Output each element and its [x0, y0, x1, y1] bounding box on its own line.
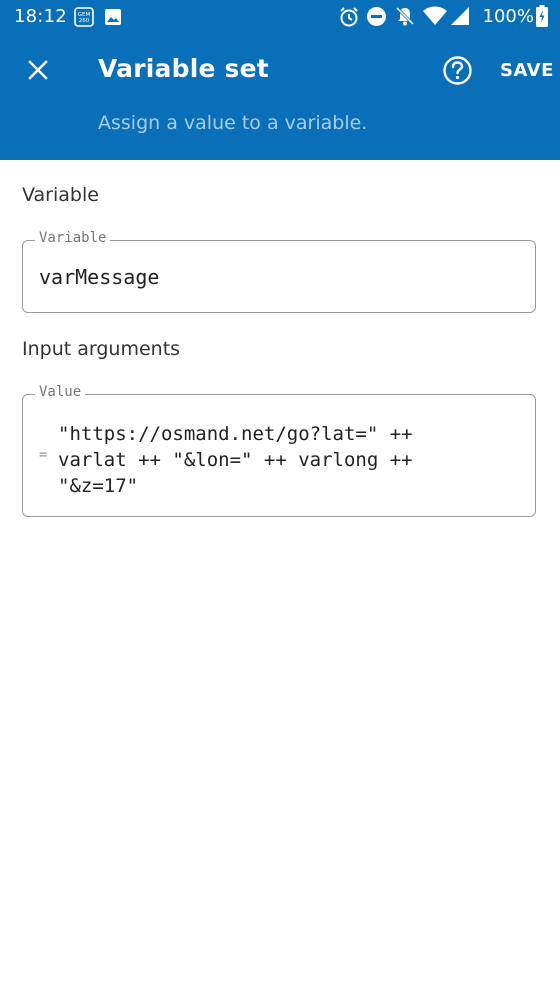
status-bar: 18:12 GEM 260 100%: [0, 0, 560, 34]
gem-label-bottom: 260: [79, 18, 90, 24]
variable-field-value: varMessage: [39, 265, 160, 289]
gem-app-icon: GEM 260: [74, 7, 94, 31]
variable-section-heading: Variable: [22, 184, 99, 206]
help-button[interactable]: [442, 55, 473, 86]
value-field-label: Value: [35, 384, 86, 400]
page: 18:12 GEM 260 100% Variable set SAVE Ass…: [0, 0, 560, 995]
expression-equals-icon[interactable]: =: [39, 447, 47, 463]
wifi-icon: [422, 6, 448, 30]
help-icon: [443, 56, 472, 85]
variable-field-label: Variable: [35, 230, 111, 246]
save-button[interactable]: SAVE: [500, 60, 554, 81]
value-line: varlat ++ "&lon=" ++ varlong ++: [58, 449, 413, 471]
notifications-off-icon: [394, 5, 416, 31]
status-time: 18:12: [14, 6, 67, 27]
page-title: Variable set: [98, 54, 269, 83]
signal-icon: [450, 6, 470, 30]
battery-percent: 100%: [482, 6, 534, 27]
do-not-disturb-icon: [366, 6, 387, 31]
close-icon: [28, 60, 48, 80]
battery-icon: [536, 5, 548, 31]
image-icon: [104, 8, 122, 30]
value-line: "&z=17": [58, 475, 139, 497]
alarm-icon: [338, 6, 360, 32]
close-button[interactable]: [20, 52, 56, 88]
input-arguments-heading: Input arguments: [22, 338, 181, 360]
value-line: "https://osmand.net/go?lat=" ++: [58, 423, 413, 445]
page-subtitle: Assign a value to a variable.: [98, 112, 368, 134]
app-bar: Variable set SAVE Assign a value to a va…: [0, 34, 560, 160]
variable-field[interactable]: Variable varMessage: [22, 230, 536, 313]
value-field-text: "https://osmand.net/go?lat=" ++ varlat ++…: [58, 421, 413, 499]
value-field[interactable]: Value = "https://osmand.net/go?lat=" ++ v…: [22, 384, 536, 517]
